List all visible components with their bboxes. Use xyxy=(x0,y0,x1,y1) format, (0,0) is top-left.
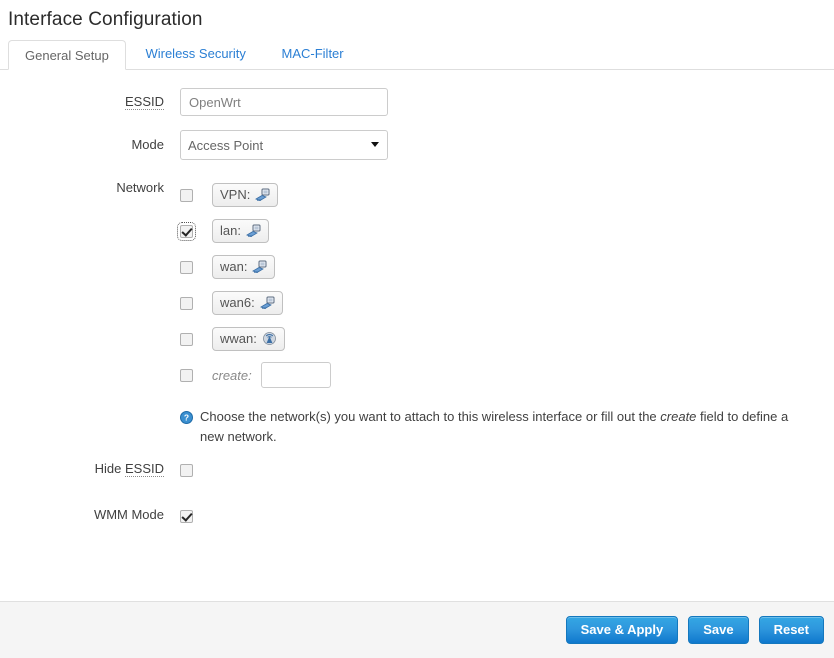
mode-select[interactable]: Access Point xyxy=(180,130,388,160)
network-badge-vpn[interactable]: VPN: xyxy=(212,183,279,207)
network-badge-wan[interactable]: wan: xyxy=(212,255,276,279)
wmm-mode-checkbox[interactable] xyxy=(180,510,193,524)
help-icon: ? xyxy=(180,410,193,430)
network-badge-label-wan6: wan6: xyxy=(220,295,255,310)
network-badge-label-lan: lan: xyxy=(220,223,241,238)
save-button[interactable]: Save xyxy=(688,616,749,644)
ethernet-icon xyxy=(252,260,267,274)
network-badge-lan[interactable]: lan: xyxy=(212,219,269,243)
network-badge-label-wan: wan: xyxy=(220,259,248,274)
ethernet-icon xyxy=(246,224,261,238)
network-checkbox-wan[interactable] xyxy=(180,260,193,274)
essid-input[interactable] xyxy=(180,88,388,116)
wireless-icon xyxy=(262,332,277,346)
ethernet-icon xyxy=(255,188,270,202)
page-title: Interface Configuration xyxy=(8,9,203,30)
network-row: Network VPN: lan: wan: wan6: wwan: creat… xyxy=(0,174,834,393)
network-help-row: ? Choose the network(s) you want to atta… xyxy=(0,407,834,447)
tab-general-setup[interactable]: General Setup xyxy=(8,40,126,70)
save-apply-button[interactable]: Save & Apply xyxy=(565,616,679,644)
hide-essid-label: Hide ESSID xyxy=(0,455,180,483)
network-item-wwan: wwan: xyxy=(180,321,834,357)
hide-essid-label-abbr: ESSID xyxy=(124,461,164,477)
network-list: VPN: lan: wan: wan6: wwan: create: xyxy=(177,174,834,393)
svg-text:?: ? xyxy=(184,413,189,423)
help-text-part1: Choose the network(s) you want to attach… xyxy=(200,409,661,424)
mode-row: Mode Access Point xyxy=(0,130,834,160)
wmm-mode-row: WMM Mode xyxy=(0,501,834,529)
network-item-wan: wan: xyxy=(180,249,834,285)
network-badge-label-wwan: wwan: xyxy=(220,331,257,346)
hide-essid-row: Hide ESSID xyxy=(0,455,834,483)
create-label: create: xyxy=(212,367,252,383)
help-text-emphasis: create xyxy=(660,409,697,424)
network-item-lan: lan: xyxy=(177,213,834,249)
network-checkbox-vpn[interactable] xyxy=(180,188,193,202)
reset-button[interactable]: Reset xyxy=(758,616,824,644)
tab-bar: General Setup Wireless Security MAC-Filt… xyxy=(0,39,834,70)
essid-row: ESSID xyxy=(0,88,834,116)
network-badge-label-vpn: VPN: xyxy=(220,187,251,202)
network-checkbox-wan6[interactable] xyxy=(180,296,193,310)
tab-wireless-security[interactable]: Wireless Security xyxy=(129,39,261,69)
network-label: Network xyxy=(116,180,164,195)
network-item-create: create: xyxy=(180,357,834,393)
mode-label: Mode xyxy=(131,137,164,152)
form-footer: Save & Apply Save Reset xyxy=(0,601,834,658)
create-network-input[interactable] xyxy=(260,362,331,388)
tab-mac-filter[interactable]: MAC-Filter xyxy=(266,39,360,69)
network-checkbox-lan[interactable] xyxy=(177,221,196,241)
essid-label: ESSID xyxy=(0,88,180,116)
network-badge-wan6[interactable]: wan6: xyxy=(212,291,283,315)
network-checkbox-wwan[interactable] xyxy=(180,332,193,346)
wmm-mode-label: WMM Mode xyxy=(93,507,164,522)
ethernet-icon xyxy=(259,296,275,310)
essid-label-text: ESSID xyxy=(124,94,164,110)
general-setup-form: ESSID Mode Access Point Network xyxy=(0,70,834,529)
network-badge-wwan[interactable]: wwan: xyxy=(212,327,285,351)
network-item-vpn: VPN: xyxy=(180,177,834,213)
hide-essid-checkbox[interactable] xyxy=(180,464,193,478)
network-item-wan6: wan6: xyxy=(180,285,834,321)
hide-essid-label-prefix: Hide xyxy=(94,461,125,476)
network-checkbox-create[interactable] xyxy=(180,368,193,382)
mode-select-wrap: Access Point xyxy=(180,130,388,160)
network-help-text: Choose the network(s) you want to attach… xyxy=(200,407,792,447)
